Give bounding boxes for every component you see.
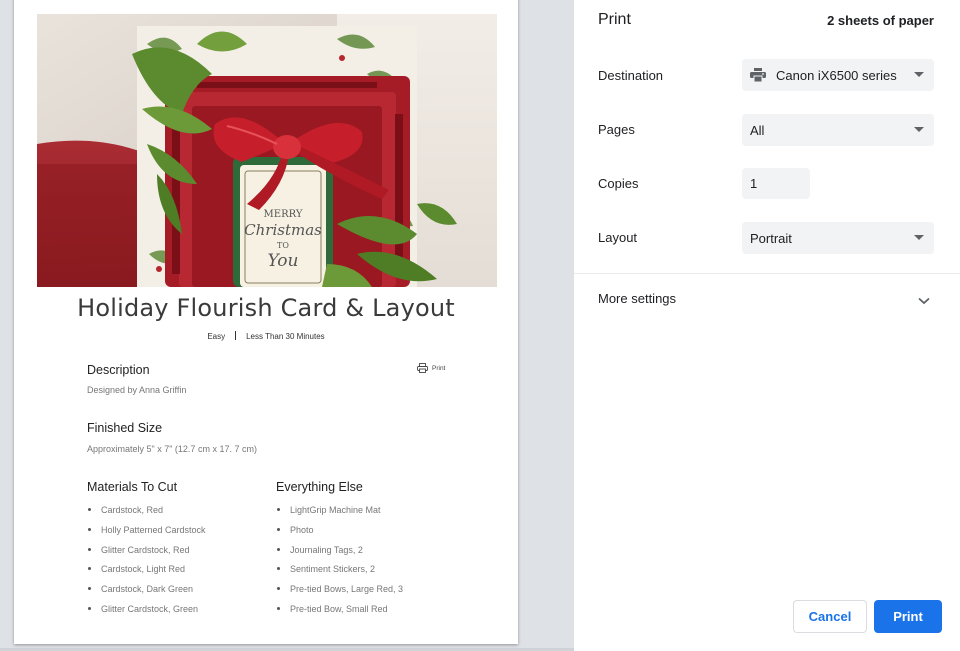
list-item: Cardstock, Light Red <box>87 563 206 583</box>
caret-down-icon <box>914 235 924 240</box>
more-settings-label: More settings <box>598 291 677 306</box>
materials-heading: Materials To Cut <box>87 480 178 494</box>
print-settings-panel: Print 2 sheets of paper Destination Cano… <box>574 0 960 651</box>
description-heading: Description <box>87 363 150 377</box>
printer-icon <box>417 363 428 373</box>
printer-icon <box>750 68 766 82</box>
caret-down-icon <box>914 72 924 77</box>
list-item: Pre-tied Bows, Large Red, 3 <box>276 583 403 603</box>
difficulty-label: Easy <box>207 332 226 341</box>
more-settings-toggle[interactable]: More settings <box>574 282 960 314</box>
meta-separator <box>235 331 237 340</box>
print-preview-area: MERRY Christmas TO You Holiday Flourish … <box>0 0 574 651</box>
list-item: Glitter Cardstock, Green <box>87 603 206 623</box>
cancel-button[interactable]: Cancel <box>793 600 867 633</box>
pages-label: Pages <box>598 122 635 137</box>
materials-list: Cardstock, Red Holly Patterned Cardstock… <box>87 504 206 623</box>
document-title: Holiday Flourish Card & Layout <box>77 294 455 322</box>
svg-text:You: You <box>268 251 299 271</box>
print-link-label: Print <box>432 364 446 372</box>
list-item: Glitter Cardstock, Red <box>87 544 206 564</box>
finished-size-text: Approximately 5" x 7" (12.7 cm x 17. 7 c… <box>87 444 257 454</box>
copies-label: Copies <box>598 176 639 191</box>
list-item: Holly Patterned Cardstock <box>87 524 206 544</box>
list-item: Journaling Tags, 2 <box>276 544 403 564</box>
svg-text:TO: TO <box>277 241 289 250</box>
list-item: Cardstock, Dark Green <box>87 583 206 603</box>
list-item: LightGrip Machine Mat <box>276 504 403 524</box>
everything-else-heading: Everything Else <box>276 480 363 494</box>
list-item: Pre-tied Bow, Small Red <box>276 603 403 623</box>
recipe-meta: Easy Less Than 30 Minutes <box>14 331 518 341</box>
copies-input[interactable] <box>742 168 810 199</box>
layout-label: Layout <box>598 230 638 245</box>
duration-label: Less Than 30 Minutes <box>246 332 325 341</box>
list-item: Sentiment Stickers, 2 <box>276 563 403 583</box>
preview-page: MERRY Christmas TO You Holiday Flourish … <box>14 0 518 644</box>
caret-down-icon <box>914 127 924 132</box>
destination-value: Canon iX6500 series <box>776 67 897 83</box>
list-item: Photo <box>276 524 403 544</box>
print-button[interactable]: Print <box>874 600 942 633</box>
pages-select[interactable]: All <box>742 114 934 146</box>
finished-size-heading: Finished Size <box>87 421 163 435</box>
layout-select[interactable]: Portrait <box>742 222 934 254</box>
panel-divider <box>574 273 960 274</box>
everything-else-list: LightGrip Machine Mat Photo Journaling T… <box>276 504 403 623</box>
card-photo: MERRY Christmas TO You <box>37 14 497 287</box>
panel-title: Print <box>598 11 631 28</box>
list-item: Cardstock, Red <box>87 504 206 524</box>
chevron-down-icon <box>918 292 930 310</box>
sheet-count: 2 sheets of paper <box>827 13 934 28</box>
svg-text:MERRY: MERRY <box>264 209 303 220</box>
destination-select[interactable]: Canon iX6500 series <box>742 59 934 91</box>
layout-value: Portrait <box>750 230 792 246</box>
print-link[interactable]: Print <box>417 363 445 373</box>
pages-value: All <box>750 122 765 138</box>
svg-text:Christmas: Christmas <box>244 221 322 239</box>
description-text: Designed by Anna Griffin <box>87 385 187 395</box>
destination-label: Destination <box>598 68 664 83</box>
